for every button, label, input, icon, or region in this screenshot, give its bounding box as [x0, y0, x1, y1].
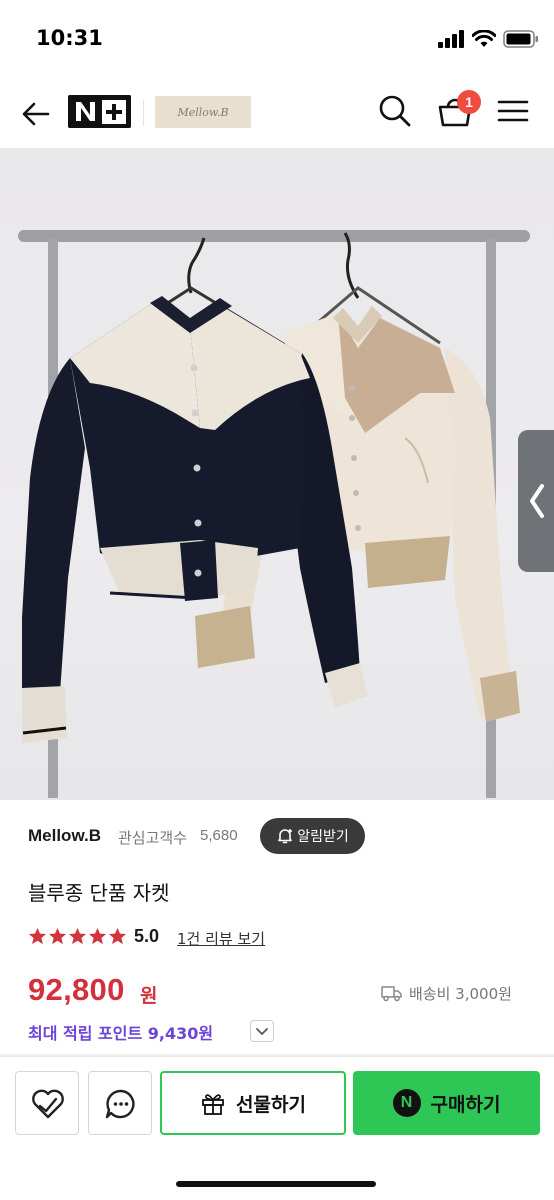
purchase-bar: 선물하기 N 구매하기	[0, 1056, 554, 1200]
gift-icon	[202, 1094, 224, 1115]
buy-button[interactable]: N 구매하기	[353, 1071, 540, 1135]
gift-button[interactable]: 선물하기	[160, 1071, 346, 1135]
status-time: 10:31	[36, 26, 103, 50]
wishlist-button[interactable]	[15, 1071, 79, 1135]
max-points: 최대 적립 포인트 9,430원	[28, 1024, 214, 1043]
star-icon	[28, 927, 47, 945]
notify-label: 알림받기	[297, 829, 349, 845]
search-icon[interactable]	[376, 92, 414, 130]
signal-icon	[438, 30, 464, 48]
product-info: Mellow.B 관심고객수 5,680 알림받기 블루종 단품 자켓 5.0 …	[0, 800, 554, 1056]
followers-count: 5,680	[200, 827, 238, 844]
naver-plus-logo[interactable]	[68, 95, 131, 128]
chat-bubble-icon	[105, 1089, 135, 1119]
product-image[interactable]	[0, 148, 554, 800]
review-link[interactable]: 1건 리뷰 보기	[177, 928, 265, 949]
star-icon	[108, 927, 127, 945]
buy-label: 구매하기	[430, 1093, 501, 1116]
star-icon	[88, 927, 107, 945]
talktalk-chat-button[interactable]	[88, 1071, 152, 1135]
chevron-left-icon	[530, 484, 544, 518]
wifi-icon	[472, 30, 496, 47]
home-indicator	[176, 1181, 376, 1187]
naver-pay-badge: N	[392, 1089, 421, 1117]
notify-button[interactable]: 알림받기	[260, 818, 365, 854]
product-photo	[18, 230, 530, 798]
heart-check-icon	[32, 1089, 64, 1119]
gift-label: 선물하기	[236, 1093, 306, 1116]
brand-logo[interactable]: Mellow.B	[155, 96, 251, 128]
shipping-fee: 배송비 3,000원	[409, 984, 512, 1003]
cart-count-badge: 1	[457, 90, 481, 114]
product-title: 블루종 단품 자켓	[28, 881, 170, 905]
store-name[interactable]: Mellow.B	[28, 826, 101, 846]
star-icon	[48, 927, 67, 945]
chevron-down-icon	[256, 1028, 268, 1035]
hamburger-menu-icon[interactable]	[496, 96, 530, 126]
side-panel-tab[interactable]	[518, 430, 554, 572]
shipping-info: 배송비 3,000원	[381, 982, 512, 1004]
delivery-truck-icon	[381, 986, 402, 1002]
price-value: 92,800	[28, 972, 125, 1007]
status-bar: 10:31	[0, 0, 554, 80]
followers-label: 관심고객수	[118, 829, 188, 847]
app-header: Mellow.B 1	[0, 80, 554, 148]
back-arrow-icon[interactable]	[18, 96, 54, 132]
bell-plus-icon	[278, 829, 293, 844]
star-icon	[68, 927, 87, 945]
rating-stars	[28, 927, 127, 949]
rating-value: 5.0	[134, 926, 160, 946]
header-divider	[143, 100, 144, 126]
points-expand-toggle[interactable]	[250, 1020, 274, 1042]
battery-icon	[503, 30, 538, 48]
price-unit: 원	[140, 985, 158, 1007]
